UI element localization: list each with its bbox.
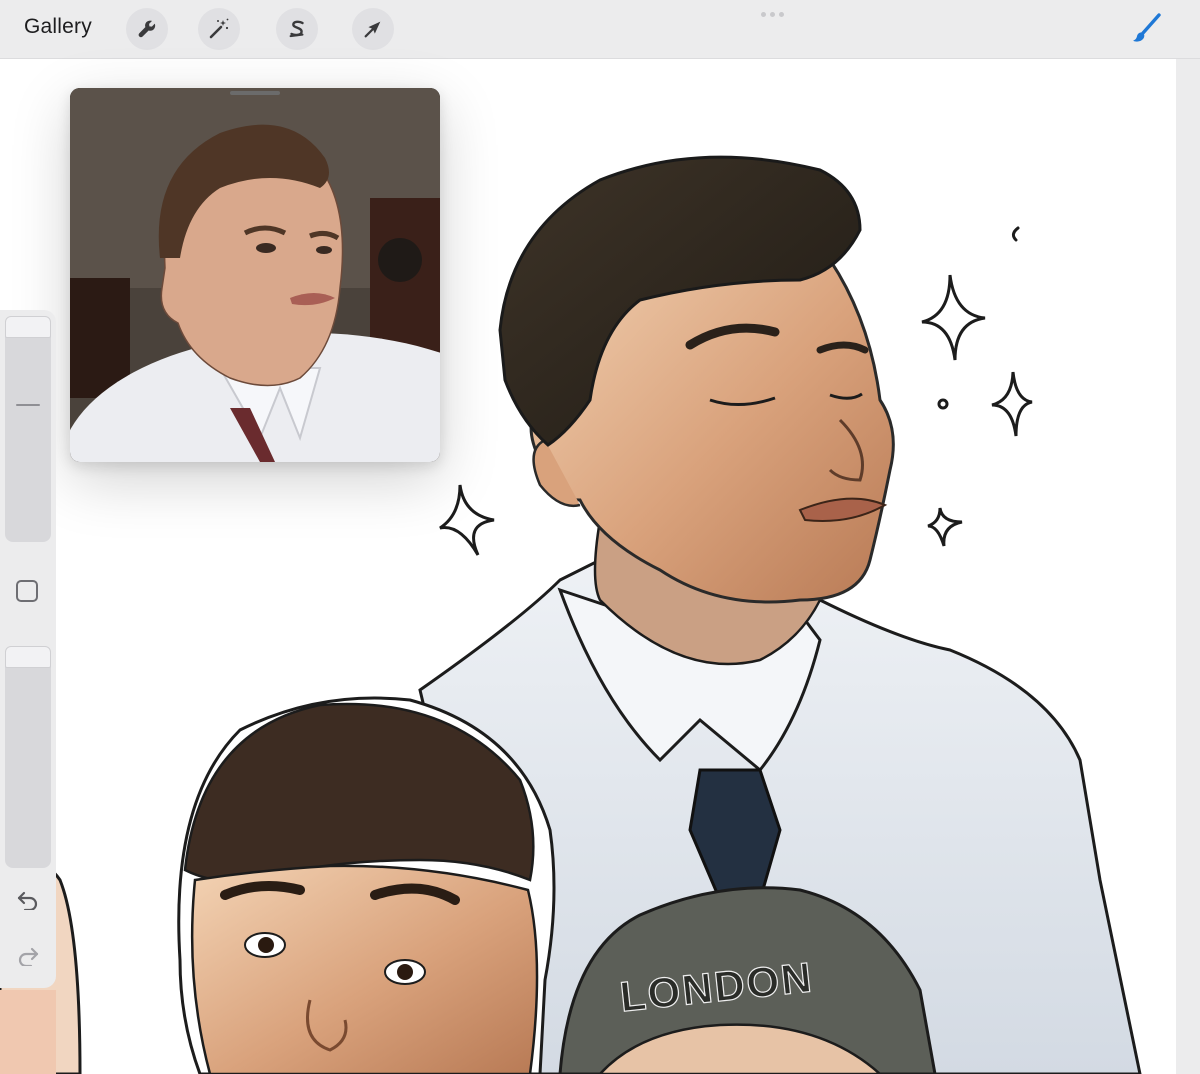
modify-button[interactable] — [16, 580, 38, 602]
redo-button[interactable] — [14, 944, 42, 968]
arrow-cursor-icon — [364, 21, 381, 38]
brush-opacity-slider[interactable] — [5, 646, 51, 868]
undo-button[interactable] — [14, 888, 42, 912]
selection-button[interactable] — [276, 8, 318, 50]
top-toolbar: Gallery — [0, 0, 1200, 59]
brush-size-mark — [16, 404, 40, 406]
selection-s-icon — [289, 20, 304, 38]
brush-opacity-knob[interactable] — [5, 646, 51, 668]
left-sidebar — [0, 310, 56, 988]
reference-photo — [70, 88, 440, 462]
canvas-edge — [1176, 59, 1200, 1074]
gallery-button[interactable]: Gallery — [24, 15, 92, 39]
redo-icon — [18, 947, 39, 966]
adjustments-button[interactable] — [198, 8, 240, 50]
undo-icon — [17, 891, 38, 910]
brush-button[interactable] — [1124, 8, 1168, 50]
toolbar-grabber[interactable] — [761, 12, 784, 17]
brush-icon — [1133, 13, 1161, 42]
wrench-icon — [138, 20, 156, 38]
reference-window[interactable] — [70, 88, 440, 462]
brush-size-knob[interactable] — [5, 316, 51, 338]
transform-button[interactable] — [352, 8, 394, 50]
actions-button[interactable] — [126, 8, 168, 50]
reference-window-handle[interactable] — [230, 91, 280, 95]
magic-wand-icon — [209, 18, 229, 39]
brush-size-slider[interactable] — [5, 316, 51, 542]
